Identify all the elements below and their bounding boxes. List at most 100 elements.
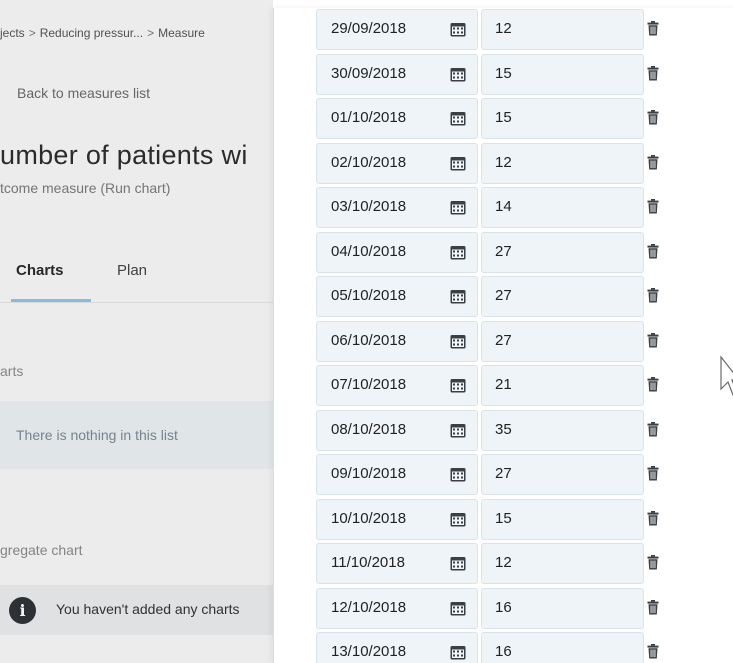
value-input[interactable]: 27 (481, 276, 644, 317)
value-input[interactable]: 12 (481, 9, 644, 50)
date-input[interactable]: 09/10/2018 (316, 454, 478, 495)
value-text: 16 (495, 643, 512, 660)
date-input[interactable]: 11/10/2018 (316, 543, 478, 584)
breadcrumb-item-projects[interactable]: jects (0, 26, 25, 40)
date-input[interactable]: 13/10/2018 (316, 632, 478, 663)
trash-icon[interactable] (647, 599, 659, 615)
trash-icon[interactable] (647, 377, 659, 392)
value-text: 27 (495, 287, 512, 304)
data-row: 29/09/2018 12 (274, 8, 733, 53)
calendar-icon[interactable] (450, 334, 466, 349)
breadcrumb-item-measure[interactable]: Measure (158, 26, 205, 40)
date-input[interactable]: 02/10/2018 (316, 142, 478, 184)
value-text: 27 (495, 331, 512, 349)
trash-icon[interactable] (647, 65, 659, 81)
date-value: 01/10/2018 (331, 109, 407, 126)
empty-list-box: There is nothing in this list (0, 401, 273, 469)
value-input[interactable]: 12 (481, 142, 644, 184)
date-value: 08/10/2018 (331, 420, 407, 438)
date-value: 02/10/2018 (331, 153, 407, 171)
date-input[interactable]: 12/10/2018 (316, 587, 478, 629)
value-input[interactable]: 16 (481, 632, 644, 663)
date-value: 06/10/2018 (331, 331, 407, 349)
calendar-icon[interactable] (450, 378, 466, 393)
value-text: 15 (495, 509, 512, 527)
trash-icon[interactable] (647, 21, 659, 36)
calendar-icon[interactable] (450, 245, 466, 260)
data-row: 12/10/2018 16 (274, 587, 733, 632)
calendar-icon[interactable] (450, 512, 466, 527)
date-input[interactable]: 05/10/2018 (316, 276, 478, 317)
data-row: 03/10/2018 14 (274, 186, 733, 231)
date-input[interactable]: 29/09/2018 (316, 9, 478, 50)
trash-icon[interactable] (647, 243, 659, 259)
date-input[interactable]: 04/10/2018 (316, 231, 478, 273)
value-input[interactable]: 14 (481, 187, 644, 228)
value-input[interactable]: 15 (481, 498, 644, 540)
trash-icon[interactable] (647, 110, 659, 125)
date-input[interactable]: 10/10/2018 (316, 498, 478, 540)
value-text: 16 (495, 598, 512, 616)
trash-icon[interactable] (647, 332, 659, 348)
calendar-icon[interactable] (450, 467, 466, 482)
tab-plan[interactable]: Plan (117, 262, 147, 279)
trash-icon[interactable] (647, 199, 659, 214)
value-text: 12 (495, 554, 512, 571)
calendar-icon[interactable] (450, 423, 466, 438)
data-row: 10/10/2018 15 (274, 498, 733, 543)
back-to-measures-link[interactable]: Back to measures list (17, 85, 150, 101)
date-value: 30/09/2018 (331, 64, 407, 82)
value-input[interactable]: 27 (481, 231, 644, 273)
trash-icon[interactable] (647, 421, 659, 437)
value-text: 12 (495, 20, 512, 37)
date-value: 12/10/2018 (331, 598, 407, 616)
date-input[interactable]: 08/10/2018 (316, 409, 478, 451)
calendar-icon[interactable] (450, 289, 466, 304)
value-input[interactable]: 15 (481, 53, 644, 95)
tab-bar: Charts Plan (0, 262, 273, 303)
calendar-icon[interactable] (450, 556, 466, 571)
date-value: 07/10/2018 (331, 376, 407, 393)
calendar-icon[interactable] (450, 601, 466, 616)
trash-icon[interactable] (647, 154, 659, 170)
date-input[interactable]: 06/10/2018 (316, 320, 478, 362)
trash-icon[interactable] (647, 644, 659, 659)
value-input[interactable]: 15 (481, 98, 644, 139)
breadcrumb-item-project[interactable]: Reducing pressur... (40, 26, 143, 40)
calendar-icon[interactable] (450, 22, 466, 37)
value-input[interactable]: 16 (481, 587, 644, 629)
empty-list-text: There is nothing in this list (16, 427, 178, 443)
trash-icon[interactable] (647, 466, 659, 481)
calendar-icon[interactable] (450, 111, 466, 126)
trash-icon[interactable] (647, 510, 659, 526)
date-value: 09/10/2018 (331, 465, 407, 482)
date-value: 11/10/2018 (331, 554, 405, 571)
calendar-icon[interactable] (450, 156, 466, 171)
date-input[interactable]: 07/10/2018 (316, 365, 478, 406)
date-input[interactable]: 03/10/2018 (316, 187, 478, 228)
aggregate-chart-label: gregate chart (0, 542, 83, 558)
data-row: 05/10/2018 27 (274, 275, 733, 320)
value-input[interactable]: 27 (481, 320, 644, 362)
data-row: 04/10/2018 27 (274, 231, 733, 276)
trash-icon[interactable] (647, 555, 659, 570)
date-input[interactable]: 01/10/2018 (316, 98, 478, 139)
data-row: 30/09/2018 15 (274, 53, 733, 98)
value-text: 21 (495, 376, 512, 393)
value-input[interactable]: 35 (481, 409, 644, 451)
date-value: 03/10/2018 (331, 198, 407, 215)
date-input[interactable]: 30/09/2018 (316, 53, 478, 95)
value-input[interactable]: 27 (481, 454, 644, 495)
value-input[interactable]: 12 (481, 543, 644, 584)
data-row: 09/10/2018 27 (274, 453, 733, 498)
date-value: 04/10/2018 (331, 242, 407, 260)
data-entry-panel: 29/09/2018 12 30/09/2018 15 01/10/2018 1… (273, 8, 733, 663)
calendar-icon[interactable] (450, 67, 466, 82)
calendar-icon[interactable] (450, 200, 466, 215)
value-input[interactable]: 21 (481, 365, 644, 406)
tab-charts[interactable]: Charts (16, 262, 64, 279)
trash-icon[interactable] (647, 288, 659, 303)
calendar-icon[interactable] (450, 645, 466, 660)
data-row: 13/10/2018 16 (274, 631, 733, 663)
no-charts-notice-text: You haven't added any charts (56, 601, 240, 617)
